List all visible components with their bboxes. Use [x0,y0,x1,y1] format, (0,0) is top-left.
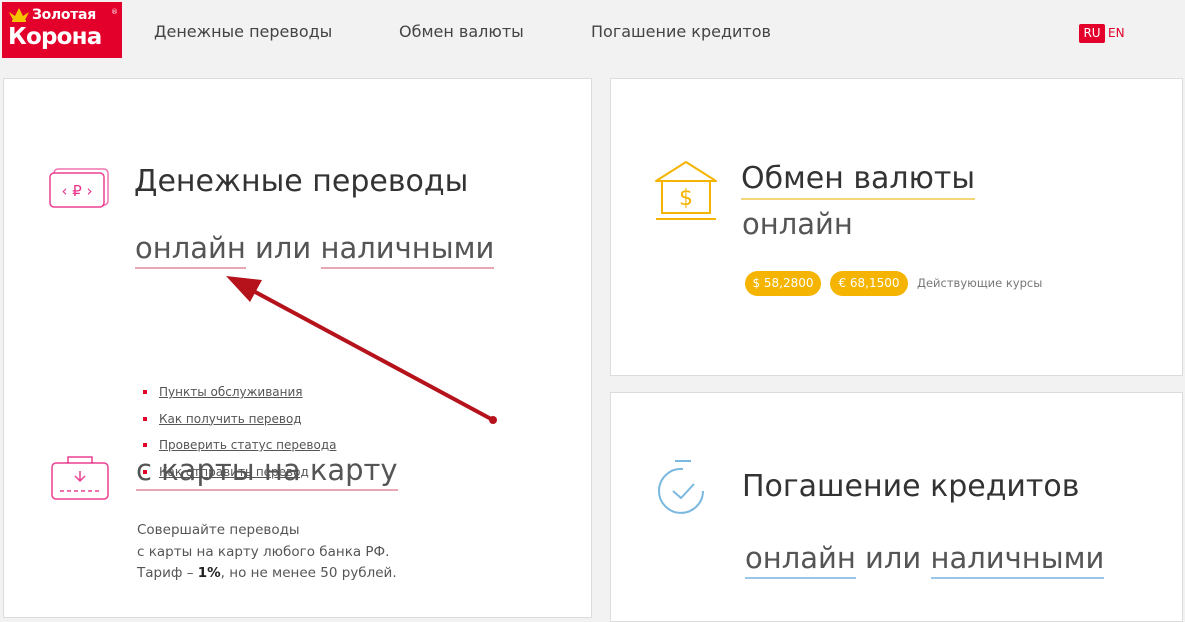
card-to-card-title: с карты на карту [136,453,398,491]
logo-line2: Корона [8,24,102,50]
current-rates-label[interactable]: Действующие курсы [917,276,1042,290]
desc-tariff-label: Тариф – [137,565,194,581]
desc-tariff-rest: , но не менее 50 рублей. [220,565,397,581]
nav-exchange[interactable]: Обмен валюты [399,22,524,41]
svg-text:‹ ₽ ›: ‹ ₽ › [61,182,92,200]
transfers-title: Денежные переводы [134,164,469,199]
service-points-link[interactable]: Пункты обслуживания [159,385,303,399]
lang-en-button[interactable]: EN [1108,24,1125,43]
card-to-card-icon [51,456,109,500]
list-item: Пункты обслуживания [143,385,336,412]
exchange-title: Обмен валюты [741,161,976,200]
svg-text:$: $ [679,186,693,211]
desc-tariff-percent: 1% [197,565,221,581]
receive-transfer-link[interactable]: Как получить перевод [159,412,302,426]
exchange-title-text: Обмен валюты [741,161,976,200]
desc-tariff-line: Тариф – 1%, но не менее 50 рублей. [137,563,397,585]
exchange-online-text[interactable]: онлайн [742,207,853,241]
loans-modes: онлайн или наличными [745,541,1105,579]
clock-check-icon [658,460,704,514]
check-status-link[interactable]: Проверить статус перевода [159,438,336,452]
transfers-or-text: или [255,231,312,265]
loans-card: Погашение кредитов онлайн или наличными [610,392,1183,622]
desc-line: с карты на карту любого банка РФ. [137,543,390,560]
nav-loans[interactable]: Погашение кредитов [591,22,771,41]
nav-transfers[interactable]: Денежные переводы [154,22,332,41]
exchange-card: $ Обмен валюты онлайн [610,78,1183,376]
lang-ru-button[interactable]: RU [1079,24,1105,43]
transfers-card: ‹ ₽ › Денежные переводы онлайн или налич… [3,78,592,618]
desc-line: Совершайте переводы [137,522,300,538]
crown-icon [9,8,29,22]
logo-registered-mark: ® [111,8,118,16]
logo-line1: Золотая [32,7,96,23]
usd-rate-badge: $ 58,2800 [745,271,821,296]
money-transfer-icon: ‹ ₽ › [49,168,109,208]
eur-rate-badge: € 68,1500 [830,271,908,296]
transfers-cash-link[interactable]: наличными [320,231,495,269]
loans-cash-link[interactable]: наличными [930,541,1105,579]
card-to-card-link[interactable]: с карты на карту [136,453,398,491]
site-header: Золотая ® Корона Денежные переводы Обмен… [0,0,1185,68]
loans-title: Погашение кредитов [742,469,1080,504]
loans-or-text: или [865,541,922,575]
card-to-card-description: Совершайте переводы с карты на карту люб… [137,520,397,585]
bank-dollar-icon: $ [655,161,717,220]
list-item: Как получить перевод [143,412,336,439]
transfers-modes: онлайн или наличными [135,231,495,269]
transfers-online-link[interactable]: онлайн [135,231,246,269]
loans-online-link[interactable]: онлайн [745,541,856,579]
brand-logo[interactable]: Золотая ® Корона [2,2,122,58]
